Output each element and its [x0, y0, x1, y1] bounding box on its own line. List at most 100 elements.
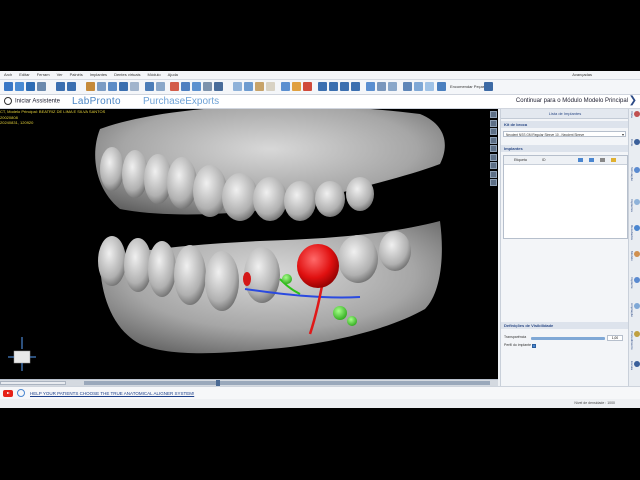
labpronto-logo: LabPronto	[72, 96, 121, 107]
view-3d-icon[interactable]	[490, 162, 497, 169]
implant-neighbor-red	[243, 272, 251, 286]
drill-kit-select[interactable]: Neodent NSS GM Regular Sleeve 10 - Neode…	[503, 131, 626, 137]
globe-icon[interactable]	[17, 389, 25, 397]
patient-name-line: CT, Modelo Principal: BEATRIZ DE LIMA E …	[0, 109, 106, 114]
continue-module-label[interactable]: Continuar para o Módulo Modelo Principal	[516, 98, 628, 104]
simulation-tab-icon	[634, 167, 640, 173]
order-parts-label[interactable]: Encomendar Peças	[450, 84, 485, 89]
cart-icon[interactable]	[437, 82, 446, 91]
view-settings-icon[interactable]	[490, 179, 497, 186]
view-left-icon[interactable]	[490, 128, 497, 135]
side-tab-zoom[interactable]: Ampliação	[630, 303, 640, 317]
implant-list-panel: Lista de Implantes Kit de broca Neodent …	[500, 109, 629, 386]
menu-item-arch[interactable]: Arch	[4, 72, 12, 78]
view-front-icon[interactable]	[490, 111, 497, 118]
implant-tab-icon	[634, 277, 640, 283]
profile-checkbox[interactable]	[532, 344, 536, 348]
menu-item-view[interactable]: Ver	[57, 72, 63, 78]
side-tab-simulation[interactable]: Simulação	[630, 167, 640, 181]
implant-add-icon[interactable]	[170, 82, 179, 91]
jaw-icon[interactable]	[255, 82, 264, 91]
open-icon[interactable]	[15, 82, 24, 91]
side-tab-scale[interactable]: Escala	[630, 361, 640, 370]
menu-item-implants[interactable]: Implantes	[90, 72, 107, 78]
crown-icon[interactable]	[145, 82, 154, 91]
color-icon[interactable]	[611, 158, 616, 162]
view-top-icon[interactable]	[490, 145, 497, 152]
tooth-icon[interactable]	[266, 82, 275, 91]
menu-item-virtual-teeth[interactable]: Dentes virtuais	[114, 72, 140, 78]
new-icon[interactable]	[4, 82, 13, 91]
side-tab-implants[interactable]: Implantes	[630, 199, 640, 212]
menu-item-module[interactable]: Módulo	[148, 72, 161, 78]
camera-icon[interactable]	[130, 82, 139, 91]
zoom-icon[interactable]	[119, 82, 128, 91]
slice-selector[interactable]	[0, 381, 66, 385]
promo-link[interactable]: HELP YOUR PATIENTS CHOOSE THE TRUE ANATO…	[30, 390, 194, 397]
implant-move-icon[interactable]	[181, 82, 190, 91]
transparency-slider[interactable]	[531, 337, 605, 340]
save-icon[interactable]	[26, 82, 35, 91]
expand-icon[interactable]	[484, 82, 493, 91]
side-tab-cut[interactable]: Corte	[630, 139, 640, 146]
view-reset-icon[interactable]	[490, 170, 497, 178]
menu-item-help[interactable]: Ajuda	[168, 72, 178, 78]
panel-icon[interactable]	[388, 82, 397, 91]
menu-item-edit[interactable]: Editar	[19, 72, 29, 78]
view-right-icon[interactable]	[490, 136, 497, 144]
redo-icon[interactable]	[67, 82, 76, 91]
cloud-icon[interactable]	[425, 82, 434, 91]
patient-info: CT, Modelo Principal: BEATRIZ DE LIMA E …	[0, 109, 105, 126]
window-icon[interactable]	[414, 82, 423, 91]
menu-item-panels[interactable]: Painéis	[70, 72, 83, 78]
ruler-icon[interactable]	[86, 82, 95, 91]
youtube-icon[interactable]	[3, 390, 13, 397]
transparency-value[interactable]: 1,00	[607, 335, 623, 341]
measure-icon[interactable]	[366, 82, 375, 91]
implant-rotate-icon[interactable]	[192, 82, 201, 91]
arrows-icon[interactable]	[203, 82, 212, 91]
side-tab-model[interactable]: Modelo	[630, 251, 640, 261]
undo-icon[interactable]	[56, 82, 65, 91]
model-tab-icon	[634, 251, 640, 257]
view-bottom-icon[interactable]	[490, 153, 497, 161]
pan-icon[interactable]	[97, 82, 106, 91]
side-tab-implant[interactable]: Implante	[630, 277, 640, 289]
side-tab-view[interactable]: Vista	[630, 111, 640, 118]
scale-tab-icon	[634, 361, 640, 367]
grid-icon[interactable]	[108, 82, 117, 91]
results-tab-icon	[634, 225, 640, 231]
export-icon[interactable]	[37, 82, 46, 91]
zoom-in-icon[interactable]	[340, 82, 349, 91]
menu-item-tools[interactable]: Ferram	[37, 72, 50, 78]
delete-icon[interactable]	[600, 158, 605, 162]
pipette-icon[interactable]	[589, 158, 594, 162]
brand-bar: Iniciar Assistente LabPronto PurchaseExp…	[0, 95, 640, 109]
side-tab-results[interactable]: Resultados	[630, 225, 640, 240]
list-icon[interactable]	[214, 82, 223, 91]
column-label: Etiqueta	[514, 158, 527, 162]
implant-table[interactable]: Etiqueta ID	[503, 155, 628, 239]
pin-icon[interactable]	[303, 82, 312, 91]
move-icon[interactable]	[318, 82, 327, 91]
image-icon[interactable]	[156, 82, 165, 91]
start-assistant-button[interactable]: Iniciar Assistente	[4, 97, 60, 107]
implants-section: Implantes	[501, 145, 629, 152]
edit-icon[interactable]	[578, 158, 583, 162]
bar-icon[interactable]	[233, 82, 242, 91]
visibility-section: Definições de Visibilidade	[501, 322, 629, 329]
crown-color-icon[interactable]	[292, 82, 301, 91]
refresh-icon[interactable]	[403, 82, 412, 91]
scan-icon[interactable]	[281, 82, 290, 91]
menu-bar: Arch Editar Ferram Ver Painéis Implantes Dente…	[0, 71, 640, 80]
fit-icon[interactable]	[351, 82, 360, 91]
scroll-track[interactable]	[84, 381, 490, 385]
side-tab-procedure[interactable]: Procedimento	[630, 331, 640, 350]
view-back-icon[interactable]	[490, 119, 497, 127]
chevron-right-icon[interactable]: ❯	[629, 96, 637, 106]
column-icon[interactable]	[244, 82, 253, 91]
advanced-menu[interactable]: Avançadas	[572, 72, 592, 78]
3d-viewport[interactable]: CT, Modelo Principal: BEATRIZ DE LIMA E …	[0, 105, 498, 379]
rotate-icon[interactable]	[329, 82, 338, 91]
layers-icon[interactable]	[377, 82, 386, 91]
